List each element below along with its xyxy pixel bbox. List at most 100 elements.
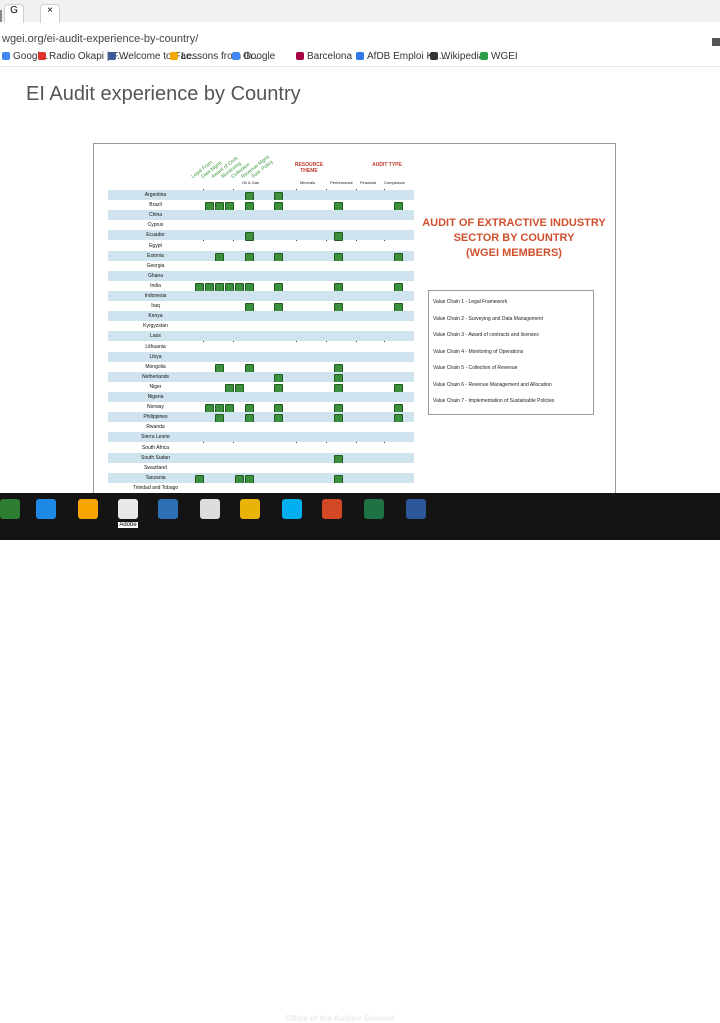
table-row: South Africa <box>108 442 414 453</box>
country-name: Libya <box>149 353 162 360</box>
country-name: Cyprus <box>147 222 164 229</box>
country-name: Ghana <box>147 272 163 279</box>
country-name: Lithuania <box>145 343 166 350</box>
audio-icon[interactable] <box>78 499 98 519</box>
title-line-1: AUDIT OF EXTRACTIVE INDUSTRY <box>422 217 606 229</box>
country-name: Tanzania <box>145 474 166 481</box>
column-subheader: Oil & Gas <box>242 180 260 185</box>
monitor-icon[interactable] <box>158 499 178 519</box>
audit-chart-image: RESOURCE THEME AUDIT TYPE AUDIT OF EXTRA… <box>93 143 616 497</box>
country-name: Iraq <box>151 303 160 310</box>
column-subheader: Compliance <box>384 180 406 185</box>
skype-icon[interactable] <box>282 499 302 519</box>
table-row: Nigeria <box>108 392 414 402</box>
table-row: Rwanda <box>108 422 414 433</box>
country-name: Georgia <box>146 262 165 269</box>
adobe-icon[interactable] <box>118 499 138 519</box>
chart-title: AUDIT OF EXTRACTIVE INDUSTRY SECTOR BY C… <box>414 216 614 261</box>
window-edge <box>0 10 2 22</box>
country-name: Argentina <box>144 192 167 198</box>
value-chain-item: Value Chain 4 - Monitoring of Operations <box>433 348 524 355</box>
table-row: Kenya <box>108 311 414 322</box>
bookmark-icon <box>430 52 438 60</box>
country-name: Estonia <box>147 252 164 259</box>
store-icon[interactable] <box>0 499 20 519</box>
country-name: Egypt <box>149 242 162 249</box>
chrome-icon[interactable] <box>240 499 260 519</box>
bookmark-icon <box>2 52 10 60</box>
country-name: Trinidad and Tobago <box>132 484 179 491</box>
table-row: Argentina <box>108 190 414 201</box>
table-row: Swaziland <box>108 462 414 473</box>
taskbar: Office of the Auditor General Adobe <box>0 493 720 1023</box>
table-row: Ecuador <box>108 230 414 242</box>
bookmark-icon <box>170 52 178 60</box>
table-row: China <box>108 210 414 221</box>
bookmark-item[interactable]: WGEI <box>480 51 518 62</box>
value-chain-item: Value Chain 1 - Legal Framework <box>433 299 508 305</box>
table-row: Netherlands <box>108 371 414 383</box>
word-icon[interactable] <box>406 499 426 519</box>
table-row: Mongolia <box>108 361 414 373</box>
bookmark-label: Barcelona <box>307 51 353 62</box>
bookmark-item[interactable]: Barcelona <box>296 51 352 62</box>
tab-close-label: × <box>47 5 53 16</box>
country-name: Swaziland <box>144 464 167 471</box>
bookmark-icon <box>38 52 46 60</box>
page-title: EI Audit experience by Country <box>26 83 301 105</box>
table-row: Cyprus <box>108 220 414 231</box>
table-row: Iraq <box>108 301 414 313</box>
value-chain-item: Value Chain 6 - Revenue Management and A… <box>433 381 552 388</box>
bookmark-icon <box>232 52 240 60</box>
table-row: Laos <box>108 331 414 342</box>
tab-google[interactable]: G <box>4 4 24 23</box>
mail-icon[interactable] <box>36 499 56 519</box>
country-name: Kyrgyzstan <box>143 323 168 330</box>
bookmarks-bar: Googl... Radio Okapi | F... Welcome to Fac… <box>0 50 720 67</box>
table-row: India <box>108 280 414 292</box>
tab-close[interactable]: × <box>40 4 60 23</box>
value-chain-item: Value Chain 2 - Surveying and Data Manag… <box>433 315 543 322</box>
bookmark-icon <box>296 52 304 60</box>
table-row: Georgia <box>108 260 414 271</box>
tab-label: G <box>10 5 18 16</box>
value-chain-item: Value Chain 7 - Implementation of Sustai… <box>433 398 555 404</box>
country-name: Niger <box>149 383 162 390</box>
table-row: Estonia <box>108 250 414 262</box>
table-row: Indonesia <box>108 291 414 301</box>
country-name: Kenya <box>148 313 163 320</box>
extension-icon[interactable] <box>712 38 720 46</box>
country-name: Philippines <box>143 414 168 421</box>
bookmark-icon <box>480 52 488 60</box>
home-icon[interactable] <box>200 499 220 519</box>
resource-theme-label: RESOURCE THEME <box>294 162 324 174</box>
table-row: Lithuania <box>108 341 414 352</box>
value-chain-legend: Value Chain 1 - Legal Framework Value Cha… <box>428 290 594 415</box>
bookmark-label: WGEI <box>491 51 518 62</box>
country-name: China <box>148 212 163 219</box>
excel-icon[interactable] <box>364 499 384 519</box>
bookmark-item[interactable]: Wikipedia <box>430 51 484 62</box>
country-name: India <box>150 282 161 289</box>
table-row: Sierra Leone <box>108 432 414 443</box>
country-name: South Africa <box>142 444 169 451</box>
table-row: Tanzania <box>108 472 414 484</box>
address-bar[interactable]: wgei.org/ei-audit-experience-by-country/ <box>0 30 720 51</box>
powerpoint-icon[interactable] <box>322 499 342 519</box>
table-row: Ghana <box>108 270 414 281</box>
table-row: Egypt <box>108 240 414 251</box>
audit-type-label: AUDIT TYPE <box>372 162 402 168</box>
table-row: Brazil <box>108 200 414 212</box>
bookmark-icon <box>356 52 364 60</box>
table-row: Philippines <box>108 412 414 424</box>
country-name: Laos <box>150 333 161 340</box>
bookmark-label: Wikipedia <box>441 51 485 62</box>
bookmark-item[interactable]: Google <box>232 51 275 62</box>
url-text: wgei.org/ei-audit-experience-by-country/ <box>2 33 199 45</box>
country-name: Norway <box>147 404 164 411</box>
footer-text: Office of the Auditor General <box>285 1014 395 1023</box>
table-row: South Sudan <box>108 452 414 464</box>
bookmark-icon <box>108 52 116 60</box>
title-line-3: (WGEI MEMBERS) <box>466 247 562 259</box>
country-name: Indonesia <box>144 293 167 299</box>
